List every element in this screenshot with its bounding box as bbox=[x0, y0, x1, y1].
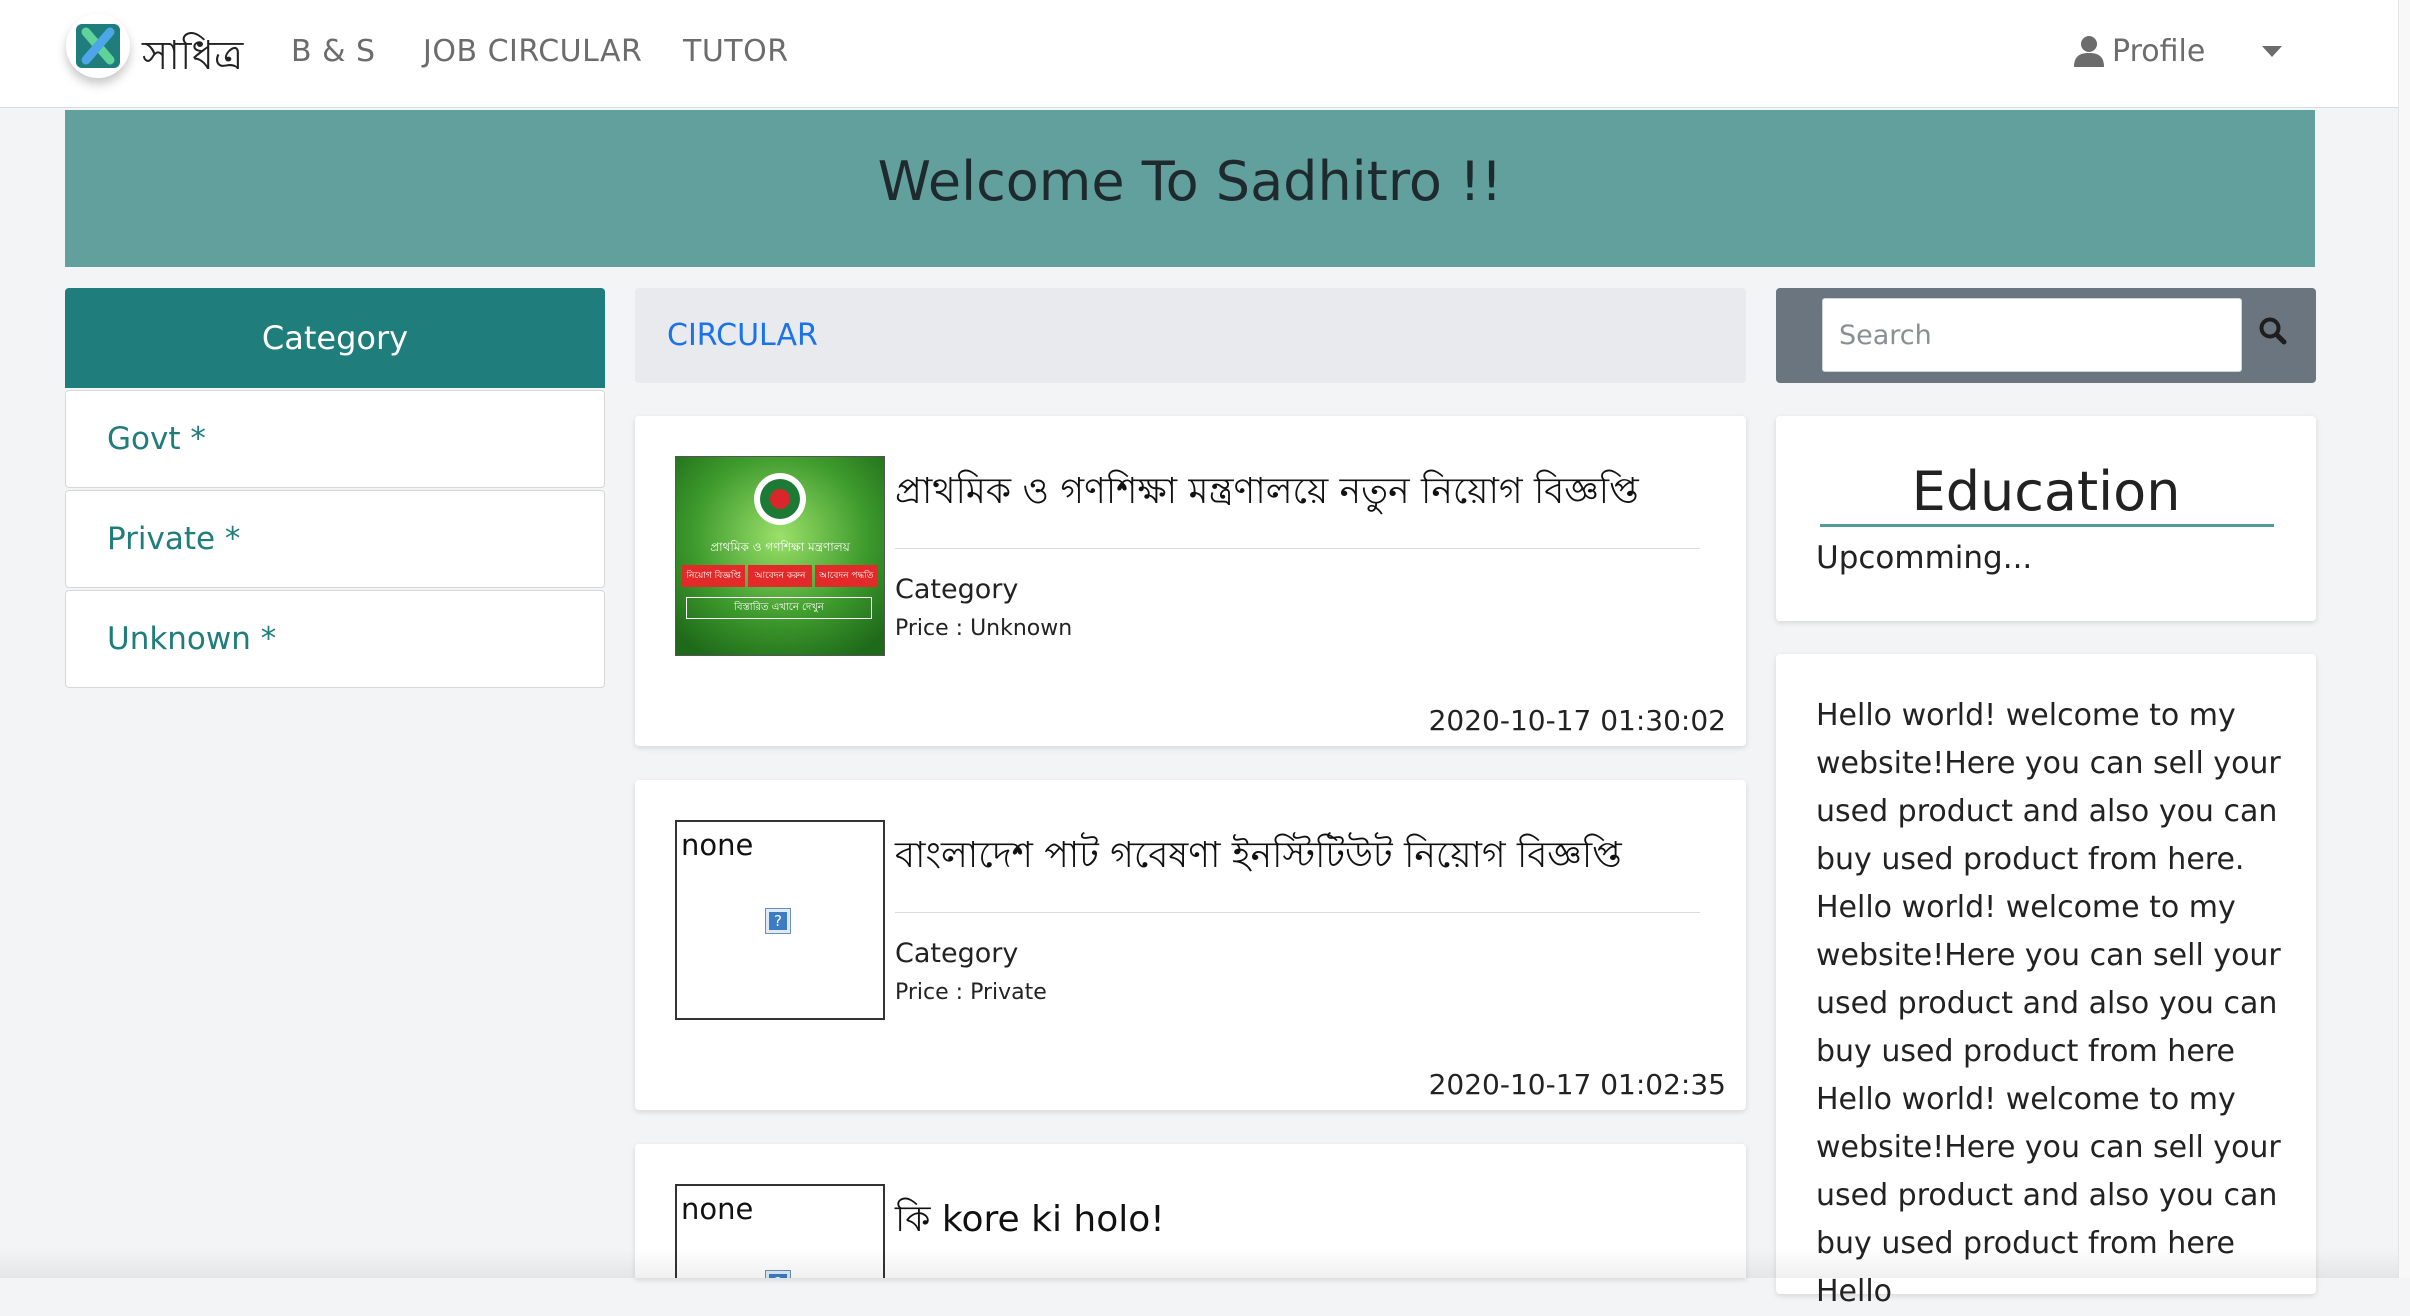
circular-price: Price : Private bbox=[895, 980, 1047, 1005]
circular-category: Category bbox=[895, 938, 1019, 969]
circular-date: 2020-10-17 01:02:35 bbox=[1428, 1068, 1726, 1101]
thumbnail-alt-text: none bbox=[681, 1192, 754, 1226]
divider bbox=[895, 548, 1700, 549]
about-card: Hello world! welcome to my website!Here … bbox=[1776, 654, 2316, 1309]
thumbnail-tag: আবেদন পদ্ধতি bbox=[814, 565, 878, 587]
thumbnail-tag-bar: নিয়োগ বিজ্ঞপ্তি আবেদন করুন আবেদন পদ্ধতি bbox=[682, 565, 878, 587]
divider bbox=[895, 912, 1700, 913]
nav-link-bs[interactable]: B & S bbox=[291, 34, 376, 69]
category-header: Category bbox=[65, 288, 605, 388]
bottom-fade bbox=[0, 1248, 2398, 1278]
circular-title[interactable]: কি kore ki holo! bbox=[895, 1192, 1165, 1252]
user-icon bbox=[2074, 36, 2104, 67]
circular-card[interactable]: none ? বাংলাদেশ পাট গবেষণা ইনস্টিটিউট নি… bbox=[635, 780, 1746, 1110]
search-box bbox=[1776, 288, 2316, 383]
circular-price: Price : Unknown bbox=[895, 616, 1073, 641]
circular-thumbnail[interactable]: none ? bbox=[675, 820, 885, 1020]
education-title: Education bbox=[1911, 460, 2181, 523]
thumbnail-tag: আবেদন করুন bbox=[748, 565, 812, 587]
category-item-govt[interactable]: Govt * bbox=[65, 390, 605, 488]
thumbnail-footer: বিস্তারিত এখানে দেখুন bbox=[686, 597, 872, 619]
navbar: সাধিত্র B & S JOB CIRCULAR TUTOR Profile bbox=[0, 0, 2410, 108]
broken-image-icon: ? bbox=[765, 908, 791, 934]
scrollbar[interactable] bbox=[2398, 0, 2410, 1278]
circular-card[interactable]: প্রাথমিক ও গণশিক্ষা মন্ত্রণালয় নিয়োগ ব… bbox=[635, 416, 1746, 746]
education-underline bbox=[1820, 524, 2274, 527]
thumbnail-tag: নিয়োগ বিজ্ঞপ্তি bbox=[682, 565, 746, 587]
welcome-banner: Welcome To Sadhitro !! bbox=[65, 110, 2315, 267]
brand-name[interactable]: সাধিত্র bbox=[142, 24, 243, 91]
about-text: Hello world! welcome to my website!Here … bbox=[1816, 698, 2281, 1309]
circular-date: 2020-10-17 01:30:02 bbox=[1428, 704, 1726, 737]
profile-label: Profile bbox=[2112, 34, 2206, 69]
circular-category: Category bbox=[895, 574, 1019, 605]
circular-title[interactable]: প্রাথমিক ও গণশিক্ষা মন্ত্রণালয়ে নতুন নি… bbox=[895, 464, 1639, 524]
search-input[interactable] bbox=[1822, 298, 2242, 372]
brand-logo[interactable] bbox=[66, 14, 130, 78]
category-item-unknown[interactable]: Unknown * bbox=[65, 590, 605, 688]
circular-thumbnail[interactable]: প্রাথমিক ও গণশিক্ষা মন্ত্রণালয় নিয়োগ ব… bbox=[675, 456, 885, 656]
circular-title[interactable]: বাংলাদেশ পাট গবেষণা ইনস্টিটিউট নিয়োগ বি… bbox=[895, 828, 1622, 888]
education-subtitle: Upcomming... bbox=[1816, 540, 2033, 576]
search-icon bbox=[2259, 317, 2287, 345]
nav-link-tutor[interactable]: TUTOR bbox=[683, 34, 789, 69]
education-card: Education Upcomming... bbox=[1776, 416, 2316, 621]
thumbnail-alt-text: none bbox=[681, 828, 754, 862]
section-header: CIRCULAR bbox=[635, 288, 1746, 383]
search-button[interactable] bbox=[2258, 316, 2288, 350]
category-item-private[interactable]: Private * bbox=[65, 490, 605, 588]
banner-title: Welcome To Sadhitro !! bbox=[877, 150, 1503, 213]
chevron-down-icon[interactable] bbox=[2262, 46, 2282, 57]
circular-link[interactable]: CIRCULAR bbox=[667, 318, 818, 353]
thumbnail-heading: প্রাথমিক ও গণশিক্ষা মন্ত্রণালয় bbox=[710, 540, 850, 554]
nav-link-job-circular[interactable]: JOB CIRCULAR bbox=[423, 34, 642, 69]
logo-icon bbox=[76, 24, 120, 68]
